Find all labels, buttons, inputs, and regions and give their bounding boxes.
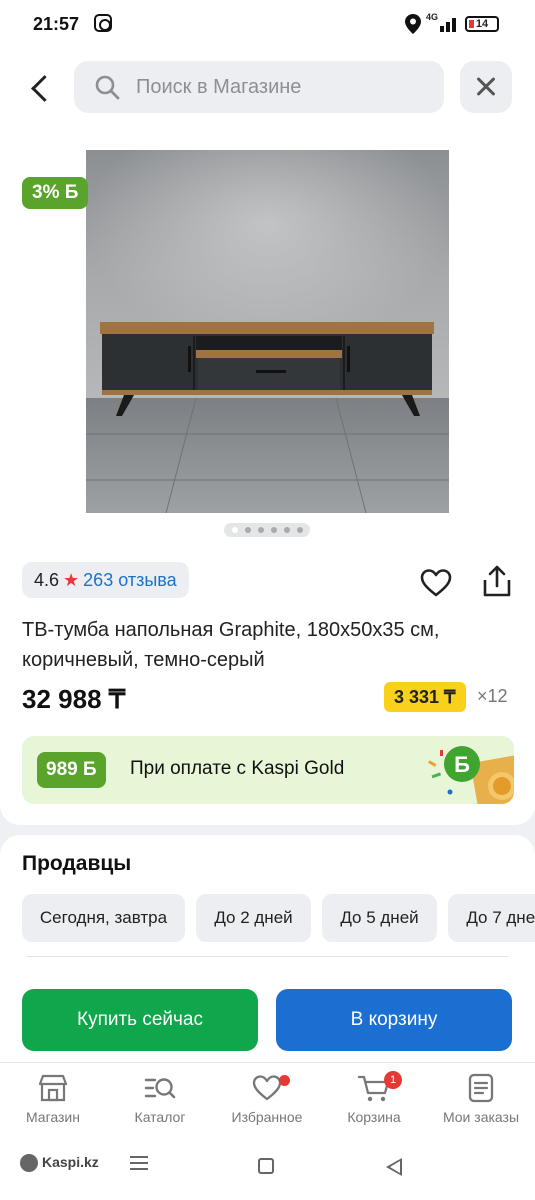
search-box[interactable]	[74, 61, 444, 113]
nav-shop-label: Магазин	[25, 1109, 80, 1125]
cart-count-badge: 1	[384, 1071, 402, 1089]
kaspi-gold-banner[interactable]: 989 Б При оплате с Kaspi Gold Б	[22, 736, 514, 804]
nav-orders[interactable]: Мои заказы	[431, 1073, 531, 1137]
filter-chip-2-days[interactable]: До 2 дней	[196, 894, 311, 942]
shop-icon	[38, 1074, 68, 1102]
product-photo[interactable]	[86, 150, 449, 513]
star-icon: ★	[63, 570, 80, 590]
signal-icon	[432, 16, 460, 32]
gallery-dot[interactable]	[297, 527, 303, 533]
share-icon[interactable]	[481, 564, 513, 598]
nav-catalog-label: Каталог	[134, 1109, 186, 1125]
top-bar	[0, 48, 535, 130]
heart-icon	[252, 1075, 282, 1101]
kaspi-gold-card-icon: Б	[428, 746, 514, 804]
gold-bonus-badge: 989 Б	[37, 752, 106, 788]
rating-badge[interactable]: 4.6 ★ 263 отзыва	[22, 562, 189, 598]
kaspi-brand-text: Kaspi.kz	[42, 1154, 99, 1170]
filter-chip-5-days[interactable]: До 5 дней	[322, 894, 437, 942]
product-title: ТВ-тумба напольная Graphite, 180x50x35 с…	[22, 619, 440, 671]
kaspi-logo-icon	[20, 1154, 38, 1173]
nav-favorites-label: Избранное	[231, 1109, 303, 1125]
svg-text:Б: Б	[454, 752, 470, 777]
nav-cart-label: Корзина	[347, 1109, 401, 1125]
sellers-heading: Продавцы	[22, 852, 132, 875]
filter-chip-today-tomorrow[interactable]: Сегодня, завтра	[22, 894, 185, 942]
bottom-nav: Магазин Каталог Избранное 1 Корзина Мои …	[0, 1062, 535, 1142]
favorites-dot	[279, 1075, 290, 1086]
product-card: 3% Б 4.6 ★ 263 отзыва ТВ-тумба напольная G…	[0, 130, 535, 825]
nav-cart[interactable]: 1 Корзина	[324, 1071, 424, 1137]
search-icon	[95, 75, 120, 100]
gold-banner-label: При оплате с Kaspi Gold	[130, 758, 345, 779]
battery-icon: 14	[465, 16, 499, 32]
search-input[interactable]	[136, 61, 426, 113]
system-nav-bar: Kaspi.kz	[0, 1142, 535, 1200]
reviews-link[interactable]: 263 отзыва	[83, 570, 176, 590]
tv-stand-image	[86, 150, 449, 513]
nav-shop[interactable]: Магазин	[3, 1073, 103, 1137]
status-time: 21:57	[33, 14, 80, 34]
favorite-heart-icon[interactable]	[420, 568, 452, 598]
location-icon	[405, 14, 421, 34]
orders-icon	[468, 1073, 494, 1103]
rating-value: 4.6	[34, 570, 60, 590]
nav-catalog[interactable]: Каталог	[110, 1073, 210, 1137]
home-button[interactable]	[258, 1158, 274, 1174]
close-button[interactable]	[460, 61, 512, 113]
nav-orders-label: Мои заказы	[442, 1109, 520, 1125]
filter-chip-7-days[interactable]: До 7 дней	[448, 894, 535, 942]
instagram-icon	[94, 14, 112, 32]
buy-now-button[interactable]: Купить сейчас	[22, 989, 258, 1051]
gallery-dot[interactable]	[284, 527, 290, 533]
gallery-dot[interactable]	[232, 527, 238, 533]
recent-apps-button[interactable]	[130, 1156, 148, 1170]
product-price: 32 988 ₸	[22, 684, 126, 714]
back-button[interactable]	[20, 66, 60, 110]
installment-months: ×12	[477, 686, 508, 706]
sellers-section: Продавцы Сегодня, завтра До 2 дней До 5 …	[0, 835, 535, 1065]
delivery-filter-chips: Сегодня, завтра До 2 дней До 5 дней До 7…	[22, 894, 535, 944]
gallery-dot[interactable]	[271, 527, 277, 533]
status-bar: 21:57 4G 14	[0, 0, 535, 48]
kaspi-brand: Kaspi.kz	[20, 1154, 99, 1173]
gallery-dot[interactable]	[258, 527, 264, 533]
gallery-dot[interactable]	[245, 527, 251, 533]
system-back-button[interactable]	[386, 1158, 402, 1176]
nav-favorites[interactable]: Избранное	[217, 1073, 317, 1137]
divider	[26, 956, 508, 957]
gallery-pagination[interactable]	[224, 523, 310, 537]
cashback-badge: 3% Б	[22, 177, 89, 209]
add-to-cart-button[interactable]: В корзину	[276, 989, 512, 1051]
installment-price[interactable]: 3 331 ₸	[384, 682, 466, 712]
catalog-search-icon	[144, 1078, 176, 1099]
